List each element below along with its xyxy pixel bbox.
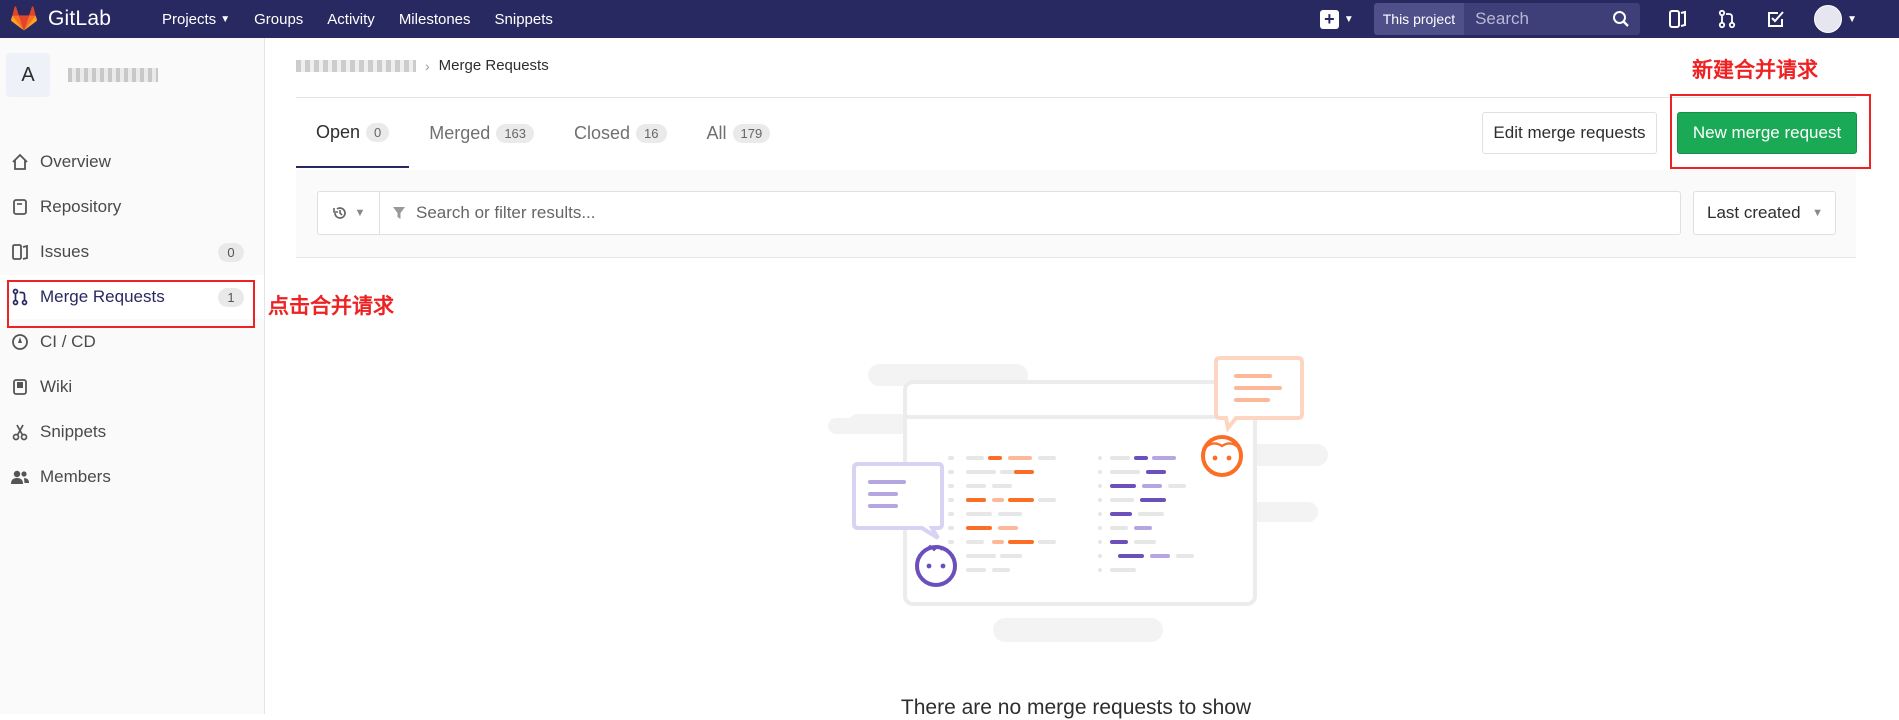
sort-label: Last created xyxy=(1707,203,1801,222)
avatar xyxy=(1814,5,1843,33)
tab-count-badge: 0 xyxy=(366,122,390,142)
chevron-down-icon: ▼ xyxy=(1343,13,1354,25)
tab-all[interactable]: All 179 xyxy=(687,98,791,168)
chevron-down-icon: ▼ xyxy=(1812,207,1823,219)
chevron-right-icon: › xyxy=(425,57,430,74)
user-menu[interactable]: ▼ xyxy=(1814,5,1857,33)
scissors-icon xyxy=(9,423,31,441)
top-navbar: GitLab Projects ▼ Groups Activity Milesto… xyxy=(0,0,1899,38)
nav-groups[interactable]: Groups xyxy=(254,11,303,28)
tanuki-icon xyxy=(11,6,37,31)
tab-merged[interactable]: Merged 163 xyxy=(409,98,554,168)
todos-nav-icon[interactable] xyxy=(1765,8,1787,30)
repository-icon xyxy=(9,198,31,216)
sidebar-item-snippets[interactable]: Snippets xyxy=(0,410,264,454)
plus-icon: + xyxy=(1319,9,1339,29)
tab-label: Open xyxy=(316,121,361,142)
rocket-icon xyxy=(9,333,31,351)
filter-placeholder: Search or filter results... xyxy=(416,203,596,222)
sidebar-item-label: Overview xyxy=(40,152,111,171)
sort-dropdown[interactable]: Last created ▼ xyxy=(1693,191,1836,235)
logo-text: GitLab xyxy=(48,7,112,30)
nav-snippets[interactable]: Snippets xyxy=(495,11,553,28)
annotation-box-merge-requests xyxy=(7,280,255,328)
sidebar-item-issues[interactable]: Issues 0 xyxy=(0,230,264,274)
project-name-redacted xyxy=(68,68,158,82)
nav-activity-label: Activity xyxy=(327,10,375,28)
nav-projects-label: Projects xyxy=(162,10,217,28)
breadcrumb-current[interactable]: Merge Requests xyxy=(439,57,549,74)
sidebar-item-overview[interactable]: Overview xyxy=(0,140,264,184)
empty-state-text: There are no merge requests to show xyxy=(900,696,1252,719)
home-icon xyxy=(9,153,31,171)
sidebar-item-label: CI / CD xyxy=(40,332,96,351)
search-scope[interactable]: This project xyxy=(1373,3,1465,35)
search-input[interactable]: Search xyxy=(1464,3,1641,35)
tab-label: All xyxy=(706,122,727,143)
sidebar-item-wiki[interactable]: Wiki xyxy=(0,365,264,409)
gitlab-logo[interactable]: GitLab xyxy=(10,6,140,32)
merge-requests-nav-icon[interactable] xyxy=(1716,8,1738,30)
filter-icon xyxy=(393,207,405,219)
issues-icon xyxy=(9,243,31,261)
annotation-new-merge: 新建合并请求 xyxy=(1692,59,1818,82)
issues-nav-icon[interactable] xyxy=(1667,8,1689,30)
mr-state-tabs: Open 0 Merged 163 Closed 16 All 179 xyxy=(296,98,790,168)
sidebar-item-label: Snippets xyxy=(40,422,107,441)
sidebar-item-label: Repository xyxy=(40,197,122,216)
search-placeholder: Search xyxy=(1475,9,1529,28)
tab-count-badge: 179 xyxy=(732,123,771,143)
tab-closed[interactable]: Closed 16 xyxy=(554,98,687,168)
annotation-box-new-merge-request xyxy=(1670,94,1871,169)
users-icon xyxy=(9,468,31,486)
issues-count-badge: 0 xyxy=(218,242,244,262)
filter-search-input[interactable]: Search or filter results... xyxy=(379,191,1681,235)
project-avatar: A xyxy=(6,53,50,97)
nav-milestones-label: Milestones xyxy=(398,10,471,28)
nav-groups-label: Groups xyxy=(254,10,304,28)
chevron-down-icon: ▼ xyxy=(220,13,231,25)
sidebar-item-label: Wiki xyxy=(40,377,73,396)
annotation-click-merge: 点击合并请求 xyxy=(268,295,394,318)
recent-searches-button[interactable]: ▼ xyxy=(317,191,379,235)
nav-milestones[interactable]: Milestones xyxy=(399,11,471,28)
filter-bar: ▼ Search or filter results... Last creat… xyxy=(296,170,1856,258)
sidebar-item-label: Issues xyxy=(40,242,90,261)
sidebar-item-members[interactable]: Members xyxy=(0,455,264,499)
tab-open[interactable]: Open 0 xyxy=(296,98,410,168)
nav-activity[interactable]: Activity xyxy=(327,11,375,28)
sidebar-item-repository[interactable]: Repository xyxy=(0,185,264,229)
empty-state-illustration xyxy=(828,356,1328,642)
sidebar-item-label: Members xyxy=(40,467,111,486)
history-icon xyxy=(332,207,346,219)
nav-snippets-label: Snippets xyxy=(494,10,553,28)
breadcrumb-project-redacted[interactable] xyxy=(296,59,416,72)
tab-count-badge: 163 xyxy=(496,123,535,143)
new-dropdown-button[interactable]: + ▼ xyxy=(1319,9,1354,29)
book-icon xyxy=(9,378,31,396)
chevron-down-icon: ▼ xyxy=(354,207,366,219)
nav-projects[interactable]: Projects ▼ xyxy=(162,11,230,28)
tab-label: Closed xyxy=(574,122,631,143)
edit-merge-requests-button[interactable]: Edit merge requests xyxy=(1482,112,1657,154)
tab-count-badge: 16 xyxy=(636,123,667,143)
sidebar: A Overview Repository Issues 0 Merge Req… xyxy=(0,38,265,714)
tab-label: Merged xyxy=(429,122,491,143)
chevron-down-icon: ▼ xyxy=(1847,13,1857,25)
breadcrumb: › Merge Requests xyxy=(296,57,549,74)
search-icon xyxy=(1613,11,1629,27)
project-header[interactable]: A xyxy=(0,38,264,98)
